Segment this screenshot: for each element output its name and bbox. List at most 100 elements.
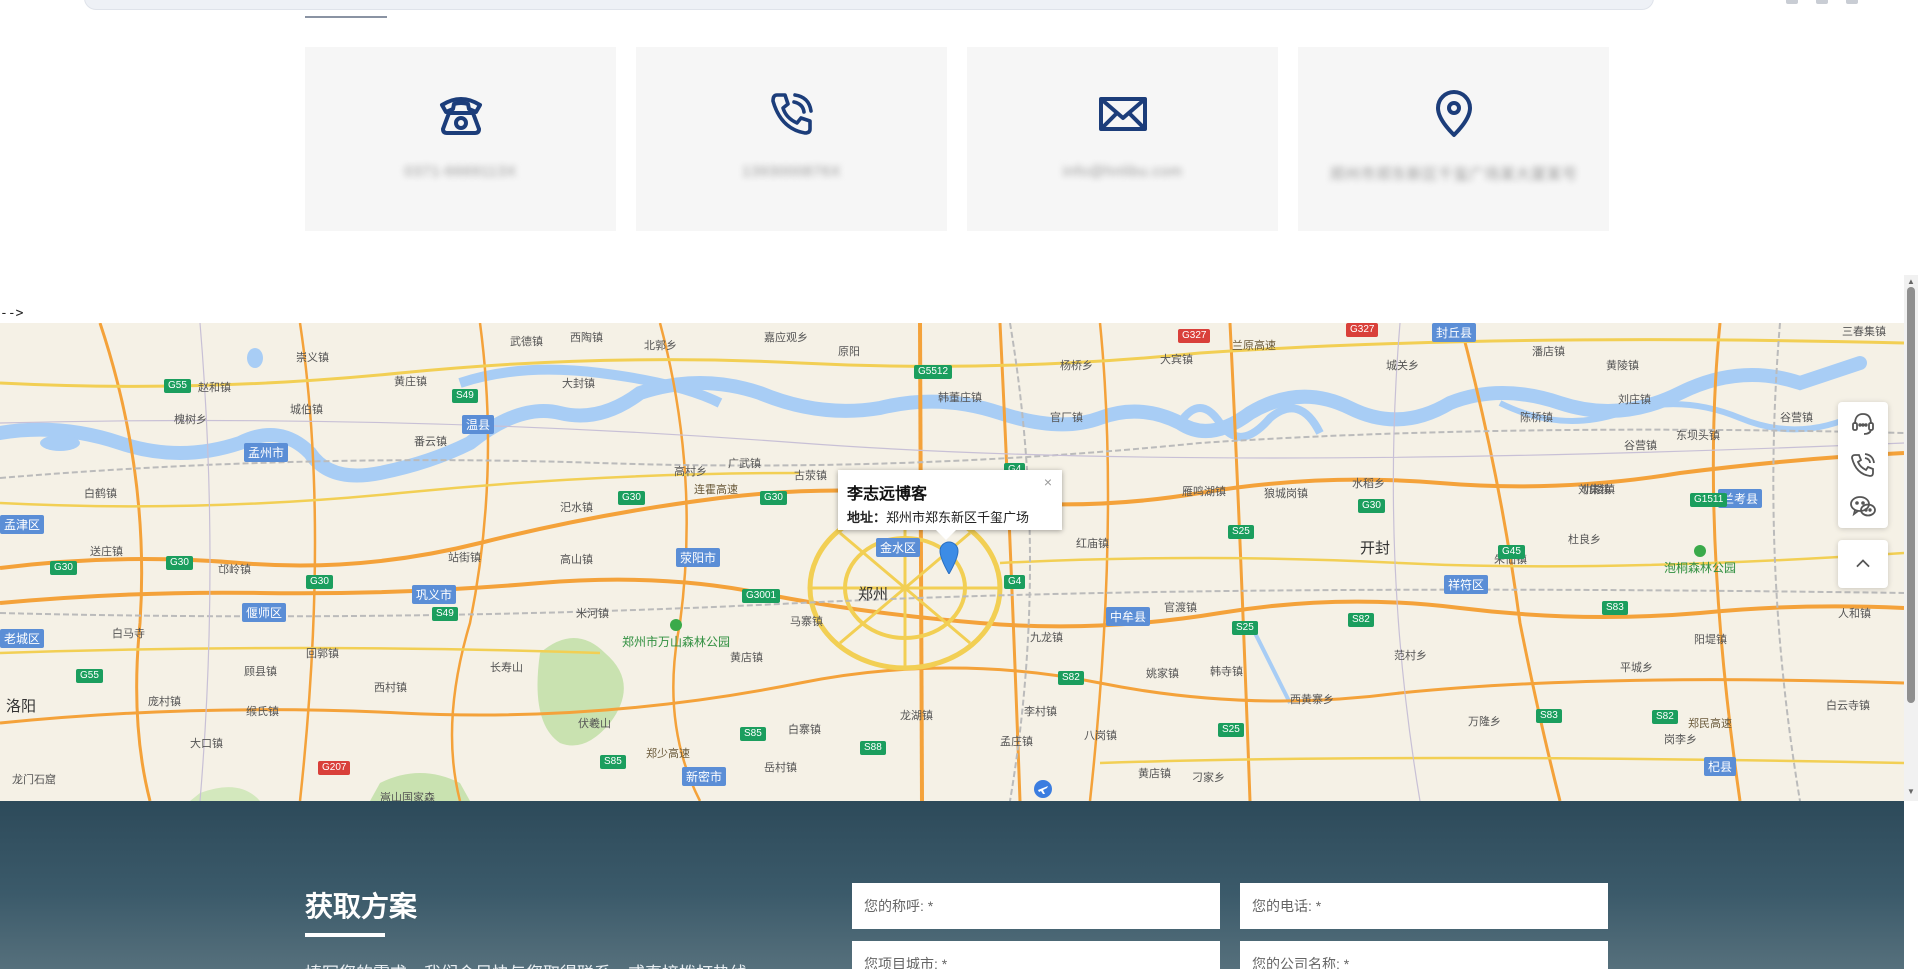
map-town-label: 雁鸣湖镇 [1182,486,1226,498]
airport-icon [1034,780,1052,798]
scroll-down-arrow-icon[interactable]: ▼ [1907,787,1915,796]
contact-card-address: 郑州市郑东新区千玺广场某大厦某号 [1298,47,1609,231]
road-shield: G30 [50,561,77,575]
phone-button[interactable] [1838,444,1888,486]
road-shield: S25 [1218,723,1244,737]
road-shield: G4 [1004,575,1026,589]
customer-service-button[interactable] [1838,402,1888,444]
contact-card-email: info@hnlibu.com [967,47,1278,231]
map-town-label: 姚家镇 [1146,668,1179,680]
map-town-label: 伏羲山 [578,718,611,730]
map-town-label: 陈桥镇 [1520,412,1553,424]
browser-toolbar-icons [1786,0,1858,4]
map-highway-label: 连霍高速 [694,484,738,496]
phone-call-icon [1851,453,1875,477]
name-input[interactable] [852,883,1220,929]
section-description: 填写您的需求，我们会尽快与您取得联系，或直接拨打热线 [305,959,747,969]
map-town-label: 白寨镇 [788,724,821,736]
map-town-label: 黄店镇 [1138,768,1171,780]
map-town-label: 大封镇 [562,378,595,390]
scroll-up-arrow-icon[interactable]: ▲ [1907,277,1915,286]
map-highway-label: 郑民高速 [1688,718,1732,730]
map-town-label: 西黄寨乡 [1290,694,1334,706]
map-district-label: 巩义市 [412,585,457,604]
map-town-label: 人和镇 [1838,608,1871,620]
map-town-label: 高山镇 [560,554,593,566]
map-town-label: 嘉应观乡 [764,332,808,344]
map-highway-label: 郑少高速 [646,748,690,760]
map-town-label: 回郭镇 [306,648,339,660]
map-district-label: 孟津区 [0,515,45,534]
back-to-top-icon [1856,559,1870,568]
road-shield: S88 [860,741,886,755]
map-town-label: 红庙镇 [1076,538,1109,550]
toolbar-icon[interactable] [1846,0,1858,4]
map-marker-icon[interactable] [938,540,960,574]
browser-top-strip [0,0,1918,18]
map-district-label: 中牟县 [1106,607,1151,626]
map-town-label: 龙湖镇 [900,710,933,722]
location-pin-icon [1425,85,1483,143]
road-shield: S85 [600,755,626,769]
map-district-label: 荥阳市 [676,548,721,567]
map-town-label: 八岗镇 [1084,730,1117,742]
map-town-label: 赵和镇 [198,382,231,394]
map-town-label: 黄庄镇 [394,376,427,388]
map-town-label: 番云镇 [414,436,447,448]
map-town-label: 邙岭镇 [218,564,251,576]
map-town-label: 岗李乡 [1664,734,1697,746]
phone-call-icon [763,85,821,143]
phone-input[interactable] [1240,883,1608,929]
map-info-window: × 李志远博客 地址：郑州市郑东新区千玺广场 [838,470,1062,540]
road-shield: S82 [1348,613,1374,627]
page-scrollbar[interactable]: ▲ ▼ [1904,275,1918,801]
get-solution-section: 获取方案 填写您的需求，我们会尽快与您取得联系，或直接拨打热线 [0,801,1904,969]
wechat-button[interactable] [1838,486,1888,528]
map-town-label: 北郭乡 [644,340,677,352]
toolbar-icon[interactable] [1816,0,1828,4]
mail-icon [1094,85,1152,143]
map-town-label: 水稻乡 [1352,478,1385,490]
map-town-label: 李村镇 [1024,706,1057,718]
map-town-label: 韩寺镇 [1210,666,1243,678]
map-town-label: 东坝头镇 [1676,430,1720,442]
map-city-label: 洛阳 [6,698,37,715]
map-town-label: 嵩山国家森 [380,792,435,801]
title-underline [305,933,385,937]
road-shield: G327 [1346,323,1379,337]
map-town-label: 岳村镇 [764,762,797,774]
section-title: 获取方案 [305,891,418,922]
map-highway-label: 兰原高速 [1232,340,1276,352]
map-town-label: 城伯镇 [290,404,323,416]
info-window-close-button[interactable]: × [1044,474,1052,490]
map-district-label: 新密市 [682,767,727,786]
info-window-title: 李志远博客 [847,486,928,503]
map-town-label: 高村乡 [674,466,707,478]
map-town-label: 谷营镇 [1624,440,1657,452]
toolbar-icon[interactable] [1786,0,1798,4]
map-district-label: 老城区 [0,629,45,648]
park-icon [1694,545,1706,557]
road-shield: G1511 [1690,493,1728,507]
info-window-address: 地址：郑州市郑东新区千玺广场 [847,507,1053,526]
email-value: info@hnlibu.com [1062,163,1183,180]
road-shield: G30 [618,491,645,505]
back-to-top-button[interactable] [1838,540,1888,588]
project-city-input[interactable] [852,941,1220,969]
customer-service-icon [1852,413,1874,435]
map-town-label: 杜良乡 [1568,534,1601,546]
map-town-label: 顾县镇 [244,666,277,678]
road-shield: G207 [318,761,351,775]
floating-toolbar [1838,402,1888,588]
road-shield: S25 [1232,621,1258,635]
map-town-label: 古荥镇 [794,470,827,482]
scrollbar-thumb[interactable] [1907,287,1915,703]
map-town-label: 谷营镇 [1780,412,1813,424]
company-name-input[interactable] [1240,941,1608,969]
road-shield: G30 [1358,499,1385,513]
map-town-label: 白鹤镇 [84,488,117,500]
map-town-label: 广武镇 [728,458,761,470]
address-bar[interactable] [84,0,1654,10]
road-shield: G55 [164,379,191,393]
map-town-label: 龙门石窟 [12,774,56,786]
